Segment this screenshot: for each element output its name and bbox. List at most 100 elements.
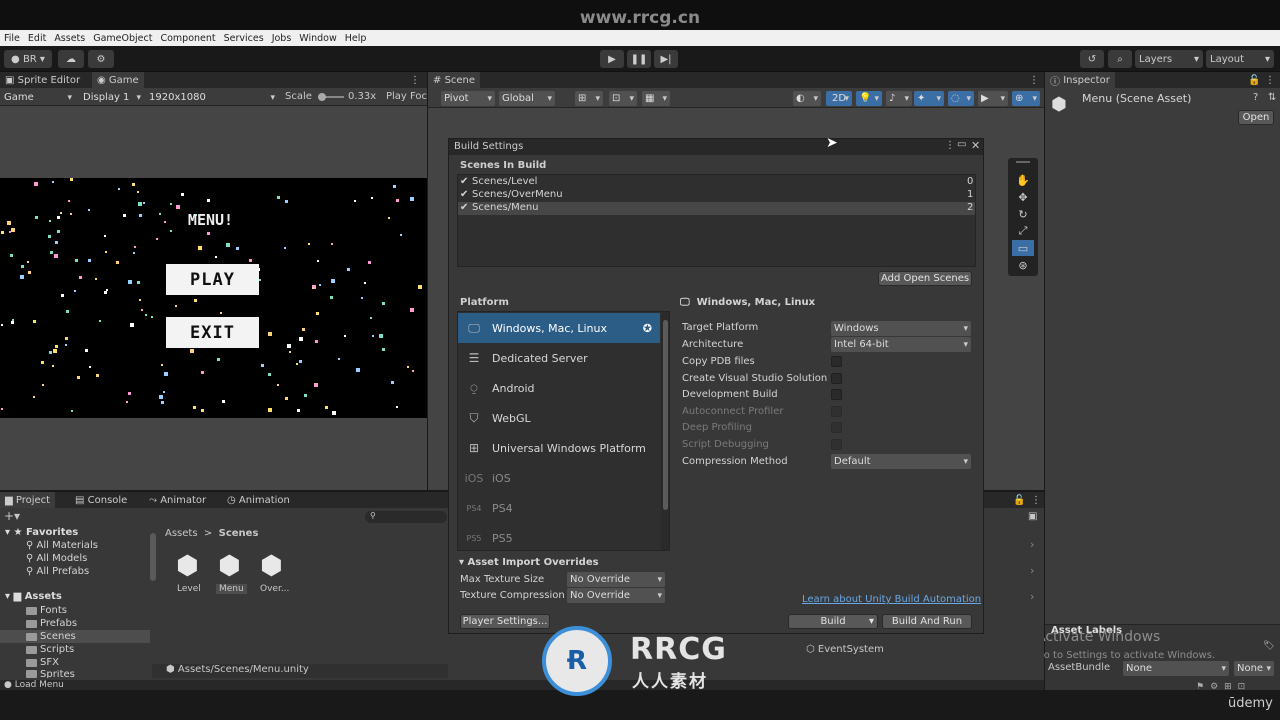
- menu-services[interactable]: Services: [220, 33, 268, 44]
- tree-scrollbar[interactable]: [150, 533, 156, 581]
- platform-scrollbar[interactable]: [661, 312, 669, 550]
- breadcrumb-leaf[interactable]: Scenes: [219, 528, 259, 539]
- account-button[interactable]: ● BR ▾: [4, 50, 52, 68]
- folder-scripts[interactable]: Scripts: [26, 644, 74, 655]
- build-settings-titlebar[interactable]: Build Settings ⋮ ▭ ✕: [449, 139, 983, 155]
- layers-dropdown[interactable]: Layers ▾: [1135, 50, 1203, 68]
- tab-inspector[interactable]: ⓘ Inspector: [1045, 72, 1115, 88]
- unity-scene-icon[interactable]: ⬢: [176, 551, 206, 581]
- scene-row[interactable]: ✔ Scenes/Menu 2: [458, 202, 975, 215]
- dev-build-checkbox[interactable]: [831, 389, 842, 400]
- build-button[interactable]: Build ▾: [788, 614, 878, 629]
- resolution-dropdown[interactable]: 1920x1080: [146, 90, 278, 105]
- collab-icon[interactable]: ⚙: [88, 50, 114, 68]
- breadcrumb-root[interactable]: Assets: [165, 528, 198, 539]
- fav-all-prefabs[interactable]: ⚲ All Prefabs: [26, 566, 89, 577]
- folder-sfx[interactable]: SFX: [26, 657, 59, 668]
- chevron-right-icon[interactable]: ›: [1030, 590, 1034, 603]
- chevron-right-icon[interactable]: ›: [1030, 538, 1034, 551]
- image-toggle-icon[interactable]: ▣: [1028, 511, 1037, 522]
- file-menu[interactable]: Menu: [216, 584, 247, 594]
- scene-row[interactable]: ✔ Scenes/Level 0: [458, 176, 975, 189]
- folder-prefabs[interactable]: Prefabs: [26, 618, 77, 629]
- menu-jobs[interactable]: Jobs: [268, 33, 296, 44]
- script-debugging-checkbox[interactable]: [831, 439, 842, 450]
- platform-ios[interactable]: iOS iOS: [458, 463, 660, 493]
- menu-component[interactable]: Component: [156, 33, 219, 44]
- unity-scene-icon[interactable]: ⬢: [260, 551, 290, 581]
- kebab-menu-icon[interactable]: ⋮: [945, 140, 955, 151]
- architecture-dropdown[interactable]: Intel 64-bit: [831, 337, 971, 352]
- effects-icon[interactable]: ✦: [914, 91, 944, 106]
- platform-ps5[interactable]: PS5 PS5: [458, 523, 660, 550]
- tab-sprite-editor[interactable]: ▣ Sprite Editor: [0, 72, 85, 88]
- move-tool-icon[interactable]: ✥: [1012, 189, 1034, 205]
- play-game-button[interactable]: PLAY: [166, 264, 259, 295]
- hidden-objects-icon[interactable]: ◌: [948, 91, 974, 106]
- grid-snap-icon[interactable]: ⊞: [575, 91, 603, 106]
- file-level[interactable]: Level: [177, 584, 201, 594]
- create-vs-checkbox[interactable]: [831, 373, 842, 384]
- menu-assets[interactable]: Assets: [50, 33, 89, 44]
- menu-help[interactable]: Help: [341, 33, 371, 44]
- exit-game-button[interactable]: EXIT: [166, 317, 259, 348]
- layout-dropdown[interactable]: Layout ▾: [1206, 50, 1274, 68]
- play-focused-dropdown[interactable]: Play Foc: [386, 91, 427, 102]
- settings-icon[interactable]: ⇅: [1268, 92, 1276, 103]
- project-search-input[interactable]: ⚲: [365, 511, 447, 523]
- unity-scene-icon[interactable]: ⬢: [218, 551, 248, 581]
- open-button[interactable]: Open: [1238, 110, 1274, 125]
- pause-button[interactable]: ❚❚: [627, 50, 651, 68]
- game-viewport[interactable]: MENU! PLAY EXIT: [0, 178, 427, 418]
- scale-tool-icon[interactable]: ⤢: [1012, 223, 1034, 239]
- hierarchy-eventsystem[interactable]: ⬡ EventSystem: [806, 644, 884, 655]
- display-dropdown[interactable]: Display 1: [80, 90, 144, 105]
- grid-icon[interactable]: ▦: [642, 91, 670, 106]
- camera-icon[interactable]: ▶: [978, 91, 1008, 106]
- tab-console[interactable]: ▤ Console: [70, 492, 132, 508]
- game-mode-dropdown[interactable]: Game: [1, 90, 75, 105]
- platform-dedicated-server[interactable]: ☰ Dedicated Server: [458, 343, 660, 373]
- menu-gameobject[interactable]: GameObject: [89, 33, 156, 44]
- kebab-menu-icon[interactable]: ⋮: [1024, 72, 1044, 88]
- label-icon[interactable]: 🏷: [1263, 641, 1274, 651]
- kebab-menu-icon[interactable]: ⋮: [1260, 72, 1280, 88]
- platform-android[interactable]: ⍜ Android: [458, 373, 660, 403]
- create-plus-icon[interactable]: +▾: [4, 509, 20, 523]
- autoconnect-checkbox[interactable]: [831, 406, 842, 417]
- drag-handle[interactable]: [1016, 161, 1030, 163]
- fav-all-models[interactable]: ⚲ All Models: [26, 553, 87, 564]
- snap-increment-icon[interactable]: ⊡: [609, 91, 637, 106]
- build-and-run-button[interactable]: Build And Run: [882, 614, 972, 629]
- play-button[interactable]: ▶: [600, 50, 624, 68]
- transform-tool-icon[interactable]: ⊛: [1012, 257, 1034, 273]
- platform-uwp[interactable]: ⊞ Universal Windows Platform: [458, 433, 660, 463]
- step-button[interactable]: ▶|: [654, 50, 678, 68]
- folder-fonts[interactable]: Fonts: [26, 605, 67, 616]
- scrollbar-thumb[interactable]: [663, 320, 668, 510]
- rect-tool-icon[interactable]: ▭: [1012, 240, 1034, 256]
- scale-slider[interactable]: [318, 93, 344, 101]
- lighting-icon[interactable]: 💡: [856, 91, 882, 106]
- compression-dropdown[interactable]: Default: [831, 454, 971, 469]
- rotate-tool-icon[interactable]: ↻: [1012, 206, 1034, 222]
- asset-import-overrides-header[interactable]: ▾ Asset Import Overrides: [459, 557, 599, 568]
- checkmark-icon[interactable]: ✔: [460, 202, 468, 213]
- variant-dropdown[interactable]: None: [1234, 661, 1274, 676]
- deep-profiling-checkbox[interactable]: [831, 422, 842, 433]
- platform-windows-mac-linux[interactable]: 🖵 Windows, Mac, Linux ✪: [458, 313, 660, 343]
- max-texture-dropdown[interactable]: No Override: [567, 572, 665, 587]
- cloud-icon[interactable]: ☁: [58, 50, 84, 68]
- scene-row[interactable]: ✔ Scenes/OverMenu 1: [458, 189, 975, 202]
- platform-ps4[interactable]: PS4 PS4: [458, 493, 660, 523]
- maximize-icon[interactable]: ▭: [957, 139, 966, 150]
- fav-all-materials[interactable]: ⚲ All Materials: [26, 540, 98, 551]
- tab-project[interactable]: ▆ Project: [0, 492, 56, 508]
- search-icon[interactable]: ⌕: [1108, 50, 1132, 68]
- toggle-2d-button[interactable]: 2D: [826, 91, 852, 106]
- tab-game[interactable]: ◉ Game: [92, 72, 144, 88]
- menu-window[interactable]: Window: [295, 33, 340, 44]
- add-open-scenes-button[interactable]: Add Open Scenes: [878, 271, 972, 286]
- folder-sprites[interactable]: Sprites: [26, 670, 75, 678]
- checkmark-icon[interactable]: ✔: [460, 176, 468, 187]
